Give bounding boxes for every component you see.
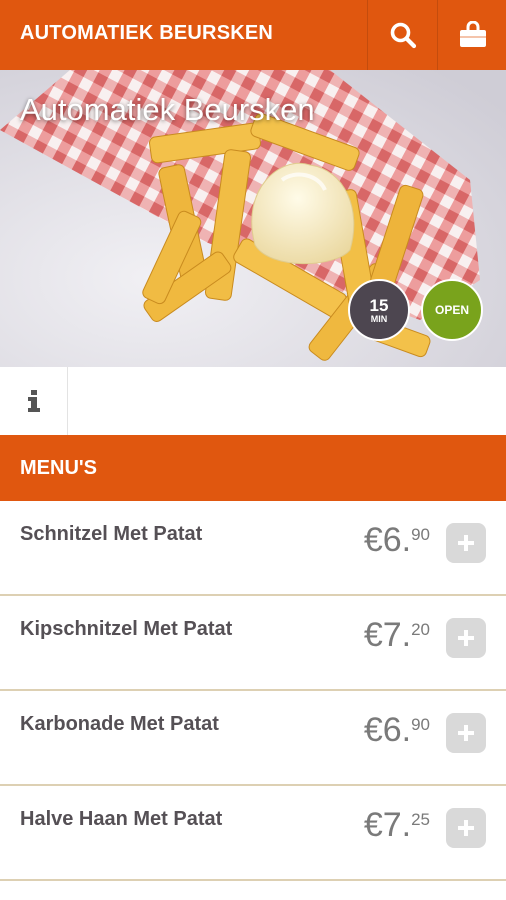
price-cents: 25 bbox=[411, 810, 430, 829]
menu-item[interactable]: Schnitzel Met Patat €6.90 bbox=[0, 501, 506, 596]
price-main: €7. bbox=[363, 616, 412, 654]
menu-item-price: €6.90 bbox=[364, 711, 430, 750]
open-status-badge: OPEN bbox=[421, 279, 483, 341]
brand-title[interactable]: AUTOMATIEK BEURSKEN bbox=[20, 22, 273, 45]
menu-list: Schnitzel Met Patat €6.90 Kipschnitzel M… bbox=[0, 501, 506, 881]
menu-section-title: MENU'S bbox=[20, 457, 97, 479]
price-cents: 20 bbox=[411, 620, 430, 639]
search-icon bbox=[390, 22, 416, 49]
add-to-cart-button[interactable] bbox=[446, 618, 486, 658]
plus-icon bbox=[458, 630, 474, 646]
menu-item[interactable]: Kipschnitzel Met Patat €7.20 bbox=[0, 596, 506, 691]
menu-section-header: MENU'S bbox=[0, 435, 506, 501]
plus-icon bbox=[458, 820, 474, 836]
menu-item-name: Schnitzel Met Patat bbox=[20, 523, 203, 545]
info-tab[interactable] bbox=[0, 367, 68, 435]
plus-icon bbox=[458, 725, 474, 741]
delivery-time-badge: 15 MIN bbox=[348, 279, 410, 341]
add-to-cart-button[interactable] bbox=[446, 713, 486, 753]
menu-item-price: €7.25 bbox=[364, 806, 430, 845]
menu-item-price: €7.20 bbox=[364, 616, 430, 655]
add-to-cart-button[interactable] bbox=[446, 808, 486, 848]
open-status-label: OPEN bbox=[434, 303, 469, 317]
restaurant-name: Automatiek Beursken bbox=[20, 92, 315, 127]
delivery-time-unit: MIN bbox=[370, 313, 388, 324]
menu-item[interactable]: Karbonade Met Patat €6.90 bbox=[0, 691, 506, 786]
tab-bar bbox=[0, 367, 506, 435]
top-bar: AUTOMATIEK BEURSKEN bbox=[0, 0, 506, 70]
menu-item-name: Halve Haan Met Patat bbox=[20, 808, 223, 830]
plus-icon bbox=[458, 535, 474, 551]
price-cents: 90 bbox=[411, 525, 430, 544]
price-main: €7. bbox=[363, 806, 412, 844]
price-cents: 90 bbox=[411, 715, 430, 734]
delivery-time-value: 15 bbox=[369, 295, 389, 315]
menu-item-name: Kipschnitzel Met Patat bbox=[20, 618, 233, 640]
menu-item[interactable]: Halve Haan Met Patat €7.25 bbox=[0, 786, 506, 881]
search-button[interactable] bbox=[367, 0, 437, 70]
add-to-cart-button[interactable] bbox=[446, 523, 486, 563]
shopping-bag-icon bbox=[459, 21, 486, 47]
menu-item-price: €6.90 bbox=[364, 521, 430, 560]
cart-button[interactable] bbox=[437, 0, 506, 70]
menu-item-name: Karbonade Met Patat bbox=[20, 713, 219, 735]
info-icon bbox=[27, 390, 40, 412]
hero-banner: Automatiek Beursken 15 MIN OPEN bbox=[0, 70, 506, 367]
price-main: €6. bbox=[363, 711, 412, 749]
price-main: €6. bbox=[363, 521, 412, 559]
